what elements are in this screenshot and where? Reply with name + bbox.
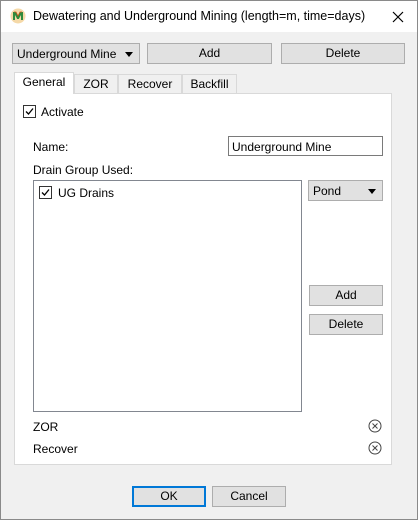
mine-select-value: Underground Mine [17, 47, 117, 61]
window-title: Dewatering and Underground Mining (lengt… [33, 9, 366, 23]
name-label: Name: [33, 140, 69, 154]
recover-clear-icon[interactable] [368, 441, 382, 455]
drain-group-label: Drain Group Used: [33, 163, 134, 177]
mine-select[interactable]: Underground Mine [12, 43, 140, 64]
add-drain-button[interactable]: Add [309, 285, 383, 306]
type-select[interactable]: Pond [308, 180, 383, 201]
checkmark-icon [25, 108, 34, 115]
name-field-value: Underground Mine [232, 140, 332, 154]
app-logo-icon [10, 8, 26, 24]
delete-mine-button[interactable]: Delete [281, 43, 405, 64]
dialog-window: Dewatering and Underground Mining (lengt… [0, 0, 418, 520]
drain-group-checkbox[interactable] [39, 186, 52, 199]
activate-label: Activate [41, 105, 84, 119]
ok-button[interactable]: OK [132, 486, 206, 507]
title-bar: Dewatering and Underground Mining (lengt… [1, 1, 417, 32]
zor-clear-icon[interactable] [368, 419, 382, 433]
close-icon[interactable] [389, 8, 407, 26]
checkmark-icon [41, 189, 50, 196]
drain-group-item-label: UG Drains [58, 186, 115, 200]
tab-general[interactable]: General [14, 72, 74, 94]
tab-backfill[interactable]: Backfill [182, 74, 237, 94]
delete-drain-button[interactable]: Delete [309, 314, 383, 335]
chevron-down-icon [125, 52, 133, 57]
tab-zor[interactable]: ZOR [74, 74, 118, 94]
cancel-button[interactable]: Cancel [212, 486, 286, 507]
zor-label: ZOR [33, 420, 59, 434]
recover-label: Recover [33, 442, 78, 456]
name-field[interactable]: Underground Mine [228, 136, 383, 156]
tab-recover[interactable]: Recover [118, 74, 182, 94]
activate-checkbox[interactable] [23, 105, 36, 118]
drain-group-list[interactable]: UG Drains [33, 180, 302, 412]
type-select-value: Pond [313, 184, 342, 198]
chevron-down-icon [368, 189, 376, 194]
add-mine-button[interactable]: Add [147, 43, 272, 64]
